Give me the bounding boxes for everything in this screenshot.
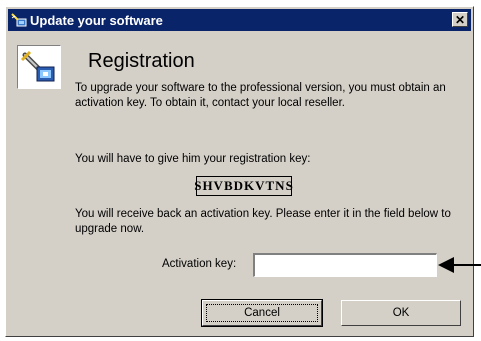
ok-button[interactable]: OK [341, 300, 461, 326]
arrow-left-icon [438, 257, 481, 273]
cancel-button[interactable]: Cancel [201, 299, 323, 327]
instructions-text: To upgrade your software to the professi… [75, 82, 446, 109]
update-dialog: Update your software ✕ Registration [5, 6, 474, 337]
title-bar[interactable]: Update your software ✕ [8, 9, 471, 31]
close-icon: ✕ [454, 12, 466, 27]
activation-key-field[interactable] [253, 253, 437, 277]
registration-key-value: SHVBDKVTNS [194, 176, 293, 196]
registration-key-prompt: You will have to give him your registrat… [75, 153, 311, 165]
close-button[interactable]: ✕ [452, 12, 468, 27]
software-update-icon [11, 13, 27, 27]
install-box-icon [17, 45, 61, 89]
window-title: Update your software [30, 12, 163, 28]
page-title: Registration [88, 50, 195, 72]
focus-rectangle [206, 304, 318, 322]
ok-button-label: OK [392, 307, 410, 319]
activation-instructions: You will receive back an activation key.… [75, 208, 451, 235]
activation-key-label: Activation key: [162, 258, 237, 270]
